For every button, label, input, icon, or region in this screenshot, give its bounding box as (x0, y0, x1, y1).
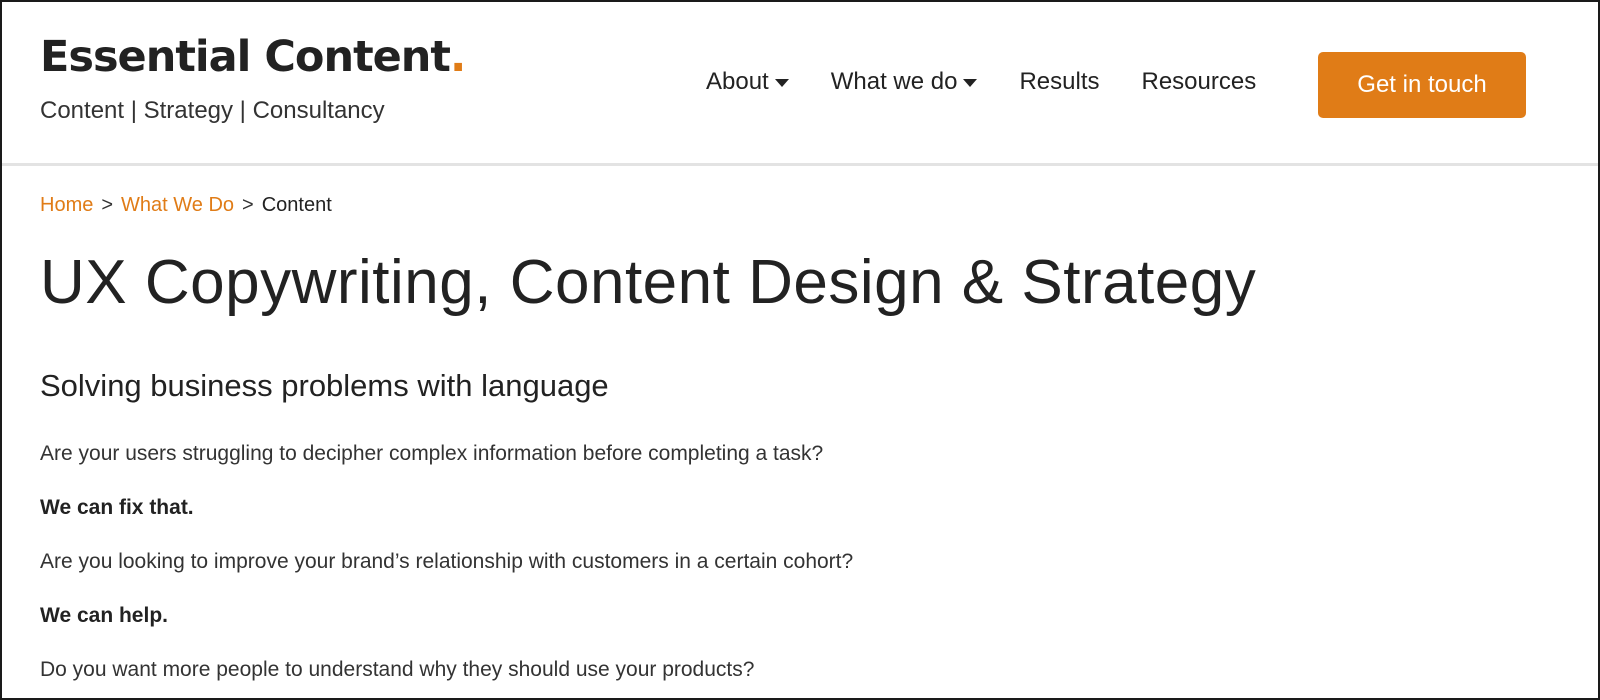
breadcrumb: Home > What We Do > Content (40, 192, 1540, 218)
nav-item-results[interactable]: Results (1019, 68, 1099, 96)
main-nav: About What we do Results Resources (706, 68, 1298, 96)
body-paragraph: Are your users struggling to decipher co… (40, 442, 824, 465)
site-header: Essential Content. Content | Strategy | … (2, 2, 1598, 166)
browser-viewport: Essential Content. Content | Strategy | … (0, 0, 1600, 700)
logo-title-text: Essential Content (40, 32, 451, 82)
body-paragraph: Are you looking to improve your brand’s … (40, 550, 854, 573)
breadcrumb-home-link[interactable]: Home (40, 192, 93, 218)
nav-item-resources[interactable]: Resources (1141, 68, 1256, 96)
logo-tagline: Content | Strategy | Consultancy (40, 97, 385, 124)
logo-title: Essential Content. (40, 32, 466, 82)
body-paragraph-emphasis: We can help. (40, 604, 168, 627)
nav-item-what-we-do[interactable]: What we do (831, 68, 978, 96)
body-paragraph: Do you want more people to understand wh… (40, 658, 755, 681)
nav-item-about-label: About (706, 68, 769, 95)
nav-item-results-label: Results (1019, 68, 1100, 95)
get-in-touch-button[interactable]: Get in touch (1318, 52, 1526, 118)
nav-item-what-we-do-label: What we do (830, 68, 958, 95)
breadcrumb-current: Content (261, 194, 332, 216)
nav-item-resources-label: Resources (1141, 68, 1257, 95)
breadcrumb-separator: > (242, 194, 254, 216)
main-content: Home > What We Do > Content UX Copywriti… (40, 192, 1540, 684)
body-paragraph-emphasis: We can fix that. (40, 496, 194, 519)
section-subtitle: Solving business problems with language (40, 368, 609, 403)
page-title: UX Copywriting, Content Design & Strateg… (40, 248, 1257, 317)
caret-down-icon (963, 79, 978, 87)
breadcrumb-separator: > (101, 194, 114, 216)
logo-dot: . (449, 32, 466, 82)
breadcrumb-what-we-do-link[interactable]: What We Do (121, 192, 234, 218)
caret-down-icon (774, 79, 789, 87)
nav-item-about[interactable]: About (706, 68, 789, 96)
site-logo[interactable]: Essential Content. Content | Strategy | … (40, 32, 466, 126)
